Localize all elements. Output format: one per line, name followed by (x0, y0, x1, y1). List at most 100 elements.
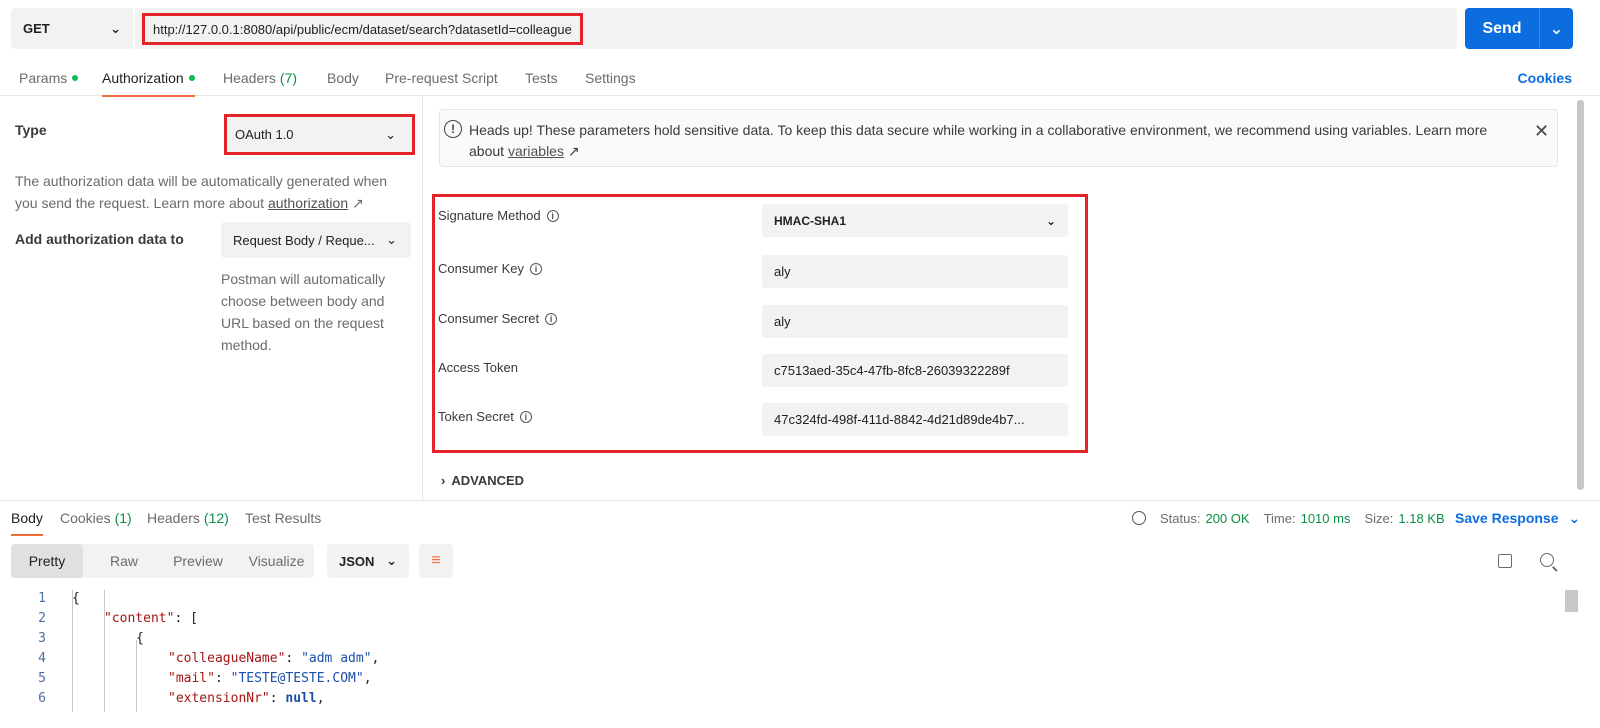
code-punct: { (136, 630, 144, 646)
add-auth-select[interactable]: Request Body / Reque... ⌄ (221, 222, 411, 258)
pretty-button[interactable]: Pretty (11, 544, 83, 578)
tab-response-body[interactable]: Body (11, 500, 43, 536)
add-auth-value: Request Body / Reque... (233, 232, 375, 248)
auth-description: The authorization data will be automatic… (15, 170, 410, 214)
tab-response-headers[interactable]: Headers (12) (147, 500, 229, 536)
access-token-input[interactable]: c7513aed-35c4-47fb-8fc8-26039322289f (762, 354, 1068, 387)
tab-label: Tests (525, 70, 558, 86)
send-label[interactable]: Send (1465, 8, 1539, 49)
format-value: JSON (339, 553, 375, 569)
tab-label: Cookies (60, 510, 111, 526)
scrollbar[interactable] (1577, 100, 1584, 490)
tab-label: Headers (147, 510, 200, 526)
tab-response-cookies[interactable]: Cookies (1) (60, 500, 132, 536)
url-input[interactable]: http://127.0.0.1:8080/api/public/ecm/dat… (142, 13, 583, 45)
param-label-text: Access Token (438, 360, 518, 375)
code-line: 2 "content": [ (0, 608, 198, 628)
param-label-text: Consumer Secret (438, 311, 540, 326)
line-number: 4 (38, 650, 46, 666)
signature-method-select[interactable]: HMAC-SHA1 ⌄ (762, 204, 1068, 237)
size-value[interactable]: 1.18 KB (1398, 511, 1444, 526)
code-scrollbar[interactable] (1565, 590, 1578, 612)
code-punct: : (269, 690, 286, 706)
param-label-text: Signature Method (438, 208, 541, 223)
request-tabs: Params Authorization Headers (7) Body Pre… (0, 60, 1600, 97)
param-label-text: Consumer Key (438, 261, 524, 276)
tab-params[interactable]: Params (19, 60, 79, 96)
cookies-link[interactable]: Cookies (1518, 60, 1572, 96)
size-label: Size: (1364, 510, 1394, 526)
status-value[interactable]: 200 OK (1205, 511, 1249, 526)
tab-label: Headers (223, 70, 276, 86)
line-number: 6 (38, 690, 46, 706)
method-select[interactable]: GET ⌄ (11, 8, 133, 49)
code-line: 1{ (0, 588, 80, 608)
code-line: 5 "mail": "TESTE@TESTE.COM", (0, 668, 372, 688)
raw-button[interactable]: Raw (91, 544, 157, 578)
close-icon[interactable]: ✕ (1534, 121, 1549, 142)
tab-count: (7) (279, 70, 298, 86)
indent-guide (104, 590, 105, 712)
alert-icon: ! (444, 120, 462, 138)
method-value: GET (23, 21, 50, 36)
view-mode-group: Pretty Raw Preview Visualize (11, 544, 314, 578)
add-auth-label: Add authorization data to (15, 231, 184, 247)
tab-body[interactable]: Body (327, 60, 359, 96)
tab-count: (12) (203, 510, 229, 526)
tab-count: (1) (114, 510, 132, 526)
chevron-down-icon[interactable]: ⌄ (1540, 8, 1573, 49)
response-status-bar: Status: 200 OK Time: 1010 ms Size: 1.18 KB (1132, 507, 1445, 529)
code-punct: , (363, 670, 372, 686)
time-label: Time: (1263, 510, 1296, 526)
code-value: "TESTE@TESTE.COM" (230, 670, 364, 686)
tab-test-results[interactable]: Test Results (245, 500, 321, 536)
tab-headers[interactable]: Headers (7) (223, 60, 297, 96)
add-auth-help: Postman will automatically choose betwee… (221, 271, 386, 353)
code-key: "extensionNr" (168, 690, 270, 706)
tab-settings[interactable]: Settings (585, 60, 636, 96)
tab-label: Body (327, 70, 359, 86)
wrap-lines-icon: ≡ (431, 552, 441, 569)
auth-type-value: OAuth 1.0 (235, 127, 294, 142)
response-body-viewer[interactable]: 1{ 2 "content": [ 3 { 4 "colleagueName": "a… (0, 588, 1560, 728)
advanced-toggle[interactable]: › ADVANCED (441, 473, 524, 488)
heads-up-text: Heads up! These parameters hold sensitiv… (469, 120, 1524, 162)
info-icon[interactable]: i (529, 262, 542, 275)
send-button[interactable]: Send ⌄ (1465, 8, 1573, 49)
consumer-secret-label: Consumer Secret i (438, 311, 558, 326)
auth-type-select[interactable]: OAuth 1.0 ⌄ (224, 114, 415, 155)
chevron-down-icon: ⌄ (386, 232, 397, 247)
indent-guide (72, 590, 73, 712)
tab-pre-request-script[interactable]: Pre-request Script (385, 60, 498, 96)
preview-button[interactable]: Preview (157, 544, 239, 578)
chevron-down-icon: ⌄ (386, 553, 397, 568)
wrap-lines-button[interactable]: ≡ (419, 544, 453, 578)
format-select[interactable]: JSON ⌄ (327, 544, 409, 578)
save-response-button[interactable]: Save Response ⌄ (1455, 507, 1580, 529)
status-dot (72, 75, 79, 81)
code-punct: : (214, 670, 231, 686)
info-icon[interactable]: i (519, 410, 532, 423)
info-icon[interactable]: i (546, 209, 559, 222)
access-token-label: Access Token (438, 360, 518, 375)
code-punct: : (285, 650, 302, 666)
consumer-key-input[interactable]: aly (762, 255, 1068, 288)
tab-tests[interactable]: Tests (525, 60, 558, 96)
token-secret-input[interactable]: 47c324fd-498f-411d-8842-4d21d89de4b7... (762, 403, 1068, 436)
time-value[interactable]: 1010 ms (1301, 511, 1351, 526)
info-icon[interactable]: i (545, 312, 558, 325)
heads-up-message: Heads up! These parameters hold sensitiv… (469, 122, 1488, 159)
consumer-secret-input[interactable]: aly (762, 305, 1068, 338)
line-number: 3 (38, 630, 46, 646)
tab-authorization[interactable]: Authorization (102, 60, 195, 97)
indent-guide (136, 640, 137, 712)
code-key: "mail" (168, 670, 215, 686)
copy-icon[interactable] (1498, 554, 1512, 568)
search-icon[interactable] (1540, 553, 1554, 567)
visualize-button[interactable]: Visualize (239, 544, 314, 578)
code-punct: : [ (174, 610, 198, 626)
variables-link[interactable]: variables (508, 143, 564, 159)
globe-icon[interactable] (1132, 511, 1146, 525)
code-line: 4 "colleagueName": "adm adm", (0, 648, 379, 668)
authorization-link[interactable]: authorization (268, 195, 348, 211)
